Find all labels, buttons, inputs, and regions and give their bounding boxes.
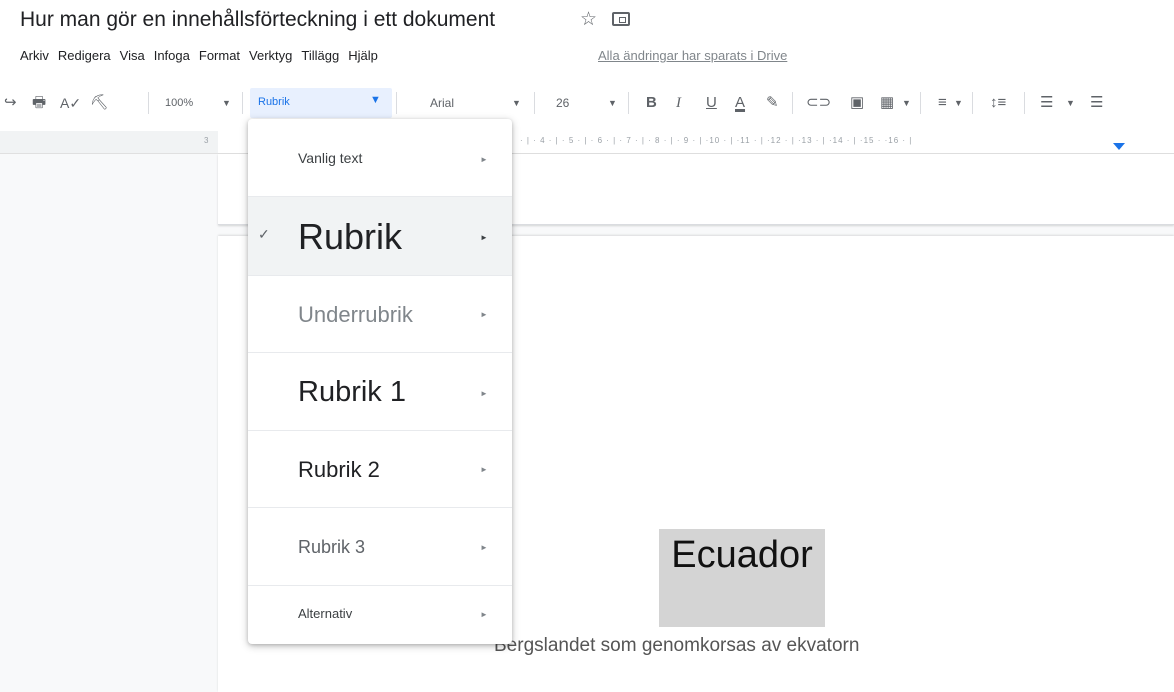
highlight-pen-icon[interactable]: ✎ bbox=[766, 94, 779, 112]
checklist-icon[interactable]: ☰ bbox=[1040, 94, 1053, 112]
ruler-left-mark: 3 bbox=[204, 136, 209, 145]
add-comment-icon[interactable]: ▣ bbox=[850, 94, 864, 112]
style-option-label: Alternativ bbox=[298, 606, 353, 621]
toolbar-divider bbox=[1024, 92, 1025, 114]
toolbar-divider bbox=[972, 92, 973, 114]
menu-redigera[interactable]: Redigera bbox=[58, 48, 111, 63]
paint-format-icon[interactable]: ⛏ bbox=[90, 94, 109, 112]
right-indent-marker-icon[interactable] bbox=[1113, 143, 1125, 150]
submenu-arrow-icon: ► bbox=[480, 155, 488, 164]
style-option-heading-1[interactable]: Rubrik 1 ► bbox=[248, 353, 512, 431]
bulleted-list-icon[interactable]: ☰ bbox=[1090, 94, 1103, 112]
document-subtitle[interactable]: Bergslandet som genomkorsas av ekvatorn bbox=[494, 635, 859, 657]
menu-arkiv[interactable]: Arkiv bbox=[20, 48, 49, 63]
style-option-label: Vanlig text bbox=[298, 150, 363, 166]
menu-verktyg[interactable]: Verktyg bbox=[249, 48, 292, 63]
style-chevron-down-icon[interactable]: ▼ bbox=[370, 94, 381, 106]
style-option-title[interactable]: ✓ Rubrik ► bbox=[248, 197, 512, 276]
move-to-folder-icon[interactable] bbox=[612, 12, 630, 26]
underline-button[interactable]: U bbox=[706, 94, 717, 112]
text-color-button[interactable]: A bbox=[735, 94, 745, 112]
toolbar-divider bbox=[242, 92, 243, 114]
menu-infoga[interactable]: Infoga bbox=[154, 48, 190, 63]
redo-icon[interactable]: ↪ bbox=[4, 94, 17, 112]
submenu-arrow-icon: ► bbox=[480, 310, 488, 319]
style-option-label: Rubrik bbox=[298, 216, 403, 257]
submenu-arrow-icon: ► bbox=[480, 389, 488, 398]
toolbar-divider bbox=[148, 92, 149, 114]
style-option-label: Underrubrik bbox=[298, 302, 413, 327]
style-option-heading-3[interactable]: Rubrik 3 ► bbox=[248, 508, 512, 586]
align-left-icon[interactable]: ≡ bbox=[938, 94, 947, 112]
toolbar-divider bbox=[396, 92, 397, 114]
menu-visa[interactable]: Visa bbox=[120, 48, 145, 63]
document-title[interactable]: Hur man gör en innehållsförteckning i et… bbox=[20, 8, 495, 32]
line-spacing-icon[interactable]: ↕≡ bbox=[990, 94, 1006, 112]
zoom-select[interactable]: 100% bbox=[165, 97, 193, 109]
insert-image-icon[interactable]: ▦ bbox=[880, 94, 894, 112]
style-option-heading-2[interactable]: Rubrik 2 ► bbox=[248, 431, 512, 508]
font-select[interactable]: Arial bbox=[430, 96, 454, 110]
menu-bar: Arkiv Redigera Visa Infoga Format Verkty… bbox=[20, 48, 387, 63]
print-icon[interactable]: 🖶 bbox=[32, 94, 46, 112]
submenu-arrow-icon: ► bbox=[480, 233, 488, 242]
font-size-select[interactable]: 26 bbox=[556, 96, 569, 110]
zoom-chevron-down-icon[interactable]: ▼ bbox=[222, 98, 231, 108]
menu-format[interactable]: Format bbox=[199, 48, 240, 63]
bold-button[interactable]: B bbox=[646, 94, 657, 112]
toolbar-divider bbox=[792, 92, 793, 114]
font-size-chevron-down-icon[interactable]: ▼ bbox=[608, 98, 617, 108]
toolbar-divider bbox=[628, 92, 629, 114]
image-chevron-down-icon[interactable]: ▼ bbox=[902, 98, 911, 108]
style-option-label: Rubrik 3 bbox=[298, 537, 366, 557]
style-option-normal-text[interactable]: Vanlig text ► bbox=[248, 119, 512, 197]
menu-hjalp[interactable]: Hjälp bbox=[348, 48, 378, 63]
align-chevron-down-icon[interactable]: ▼ bbox=[954, 98, 963, 108]
document-heading[interactable]: Ecuador bbox=[659, 534, 825, 577]
checklist-chevron-down-icon[interactable]: ▼ bbox=[1066, 98, 1075, 108]
font-chevron-down-icon[interactable]: ▼ bbox=[512, 98, 521, 108]
submenu-arrow-icon: ► bbox=[480, 610, 488, 619]
menu-tillagg[interactable]: Tillägg bbox=[301, 48, 339, 63]
spellcheck-icon[interactable]: A✓ bbox=[60, 94, 81, 112]
style-option-label: Rubrik 1 bbox=[298, 376, 406, 408]
toolbar: ↪ 🖶 A✓ ⛏ 100% ▼ Rubrik ▼ Arial ▼ 26 ▼ B … bbox=[0, 84, 1174, 124]
style-option-subtitle[interactable]: Underrubrik ► bbox=[248, 276, 512, 353]
italic-button[interactable]: I bbox=[676, 94, 681, 112]
submenu-arrow-icon: ► bbox=[480, 465, 488, 474]
star-icon[interactable]: ☆ bbox=[580, 8, 597, 31]
style-option-options[interactable]: Alternativ ► bbox=[248, 586, 512, 644]
link-icon[interactable]: ⊂⊃ bbox=[806, 94, 831, 112]
ruler: 3 · | · 4 · | · 5 · | · 6 · | · 7 · | · … bbox=[0, 131, 1174, 154]
check-icon: ✓ bbox=[258, 226, 270, 242]
save-status-link[interactable]: Alla ändringar har sparats i Drive bbox=[598, 48, 787, 63]
toolbar-divider bbox=[920, 92, 921, 114]
style-option-label: Rubrik 2 bbox=[298, 457, 380, 482]
paragraph-style-value: Rubrik bbox=[258, 96, 290, 108]
paragraph-style-menu: Vanlig text ► ✓ Rubrik ► Underrubrik ► R… bbox=[248, 119, 512, 644]
ruler-ticks: · | · 4 · | · 5 · | · 6 · | · 7 · | · 8 … bbox=[520, 136, 913, 145]
toolbar-divider bbox=[534, 92, 535, 114]
submenu-arrow-icon: ► bbox=[480, 543, 488, 552]
